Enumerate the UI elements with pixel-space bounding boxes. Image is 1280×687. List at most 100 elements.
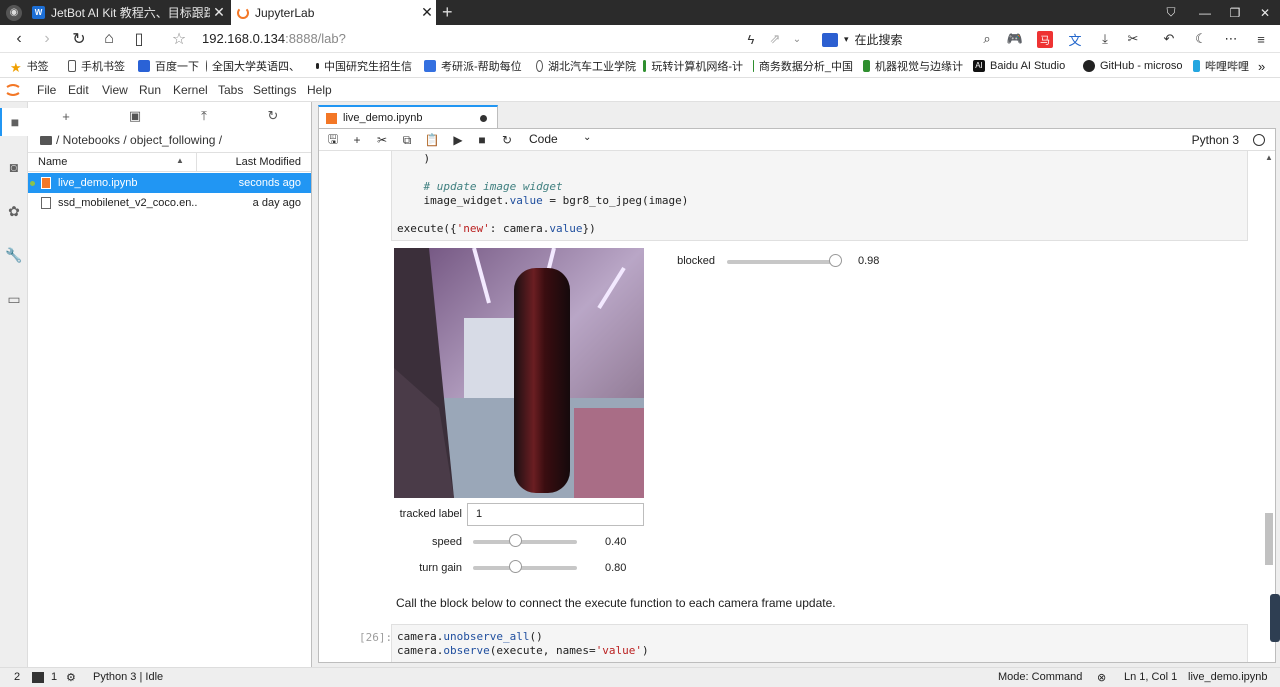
run-icon[interactable]: ▶ <box>448 131 468 149</box>
chevron-down-icon[interactable]: ⌄ <box>786 25 808 53</box>
bookmark-item[interactable]: 百度一下 <box>138 54 200 78</box>
file-row[interactable]: ssd_mobilenet_v2_coco.en... a day ago <box>28 193 311 213</box>
tracked-label-input[interactable]: 1 <box>467 503 644 526</box>
bookmark-item[interactable]: 全国大学英语四、 <box>206 54 300 78</box>
cut-icon[interactable]: ✂ <box>372 131 392 149</box>
folder-icon[interactable] <box>40 135 52 145</box>
moon-icon[interactable]: ☾ <box>1190 25 1212 53</box>
chevron-down-icon[interactable]: ⌄ <box>583 132 591 143</box>
star-icon[interactable]: ☆ <box>166 25 192 53</box>
folder-icon[interactable]: ■ <box>0 108 28 136</box>
new-folder-icon[interactable]: ▣ <box>125 107 145 125</box>
bookmark-item[interactable]: 湖北汽车工业学院 <box>536 54 636 78</box>
reader-icon[interactable]: ▯ <box>126 25 152 53</box>
kernel-name[interactable]: Python 3 <box>1192 133 1239 147</box>
download-icon[interactable]: ⤓ <box>1094 25 1116 53</box>
scissors-icon[interactable]: ✂ <box>1122 25 1144 53</box>
column-last-modified[interactable]: Last Modified <box>236 156 301 168</box>
bookmark-item[interactable]: 手机书签 <box>68 54 132 78</box>
game-icon[interactable]: 🎮 <box>1004 25 1026 53</box>
copy-icon[interactable]: ⧉ <box>397 131 417 149</box>
blocked-slider-handle[interactable] <box>828 254 842 267</box>
browser-tab-jetbot[interactable]: W JetBot AI Kit 教程六、目标跟踪 - W ✕ <box>28 0 228 25</box>
menu-tabs[interactable]: Tabs <box>218 78 243 102</box>
column-name[interactable]: Name <box>38 156 67 168</box>
scrollbar-thumb[interactable] <box>1265 513 1273 565</box>
search-icon[interactable]: ⌕ <box>976 25 998 53</box>
browser-tab-jupyterlab[interactable]: JupyterLab ✕ <box>231 0 436 25</box>
bookmark-item[interactable]: 商务数据分析_中国 <box>753 54 853 78</box>
terminal-icon[interactable] <box>32 672 44 683</box>
markdown-cell[interactable]: Call the block below to connect the exec… <box>396 596 836 610</box>
running-icon[interactable]: ◙ <box>0 153 28 181</box>
close-icon[interactable]: ✕ <box>210 4 228 21</box>
more-icon[interactable]: ⋯ <box>1220 25 1242 53</box>
notebook-tab[interactable]: live_demo.ipynb <box>318 105 498 129</box>
menu-help[interactable]: Help <box>307 78 332 102</box>
code-cell[interactable]: camera.unobserve_all() camera.observe(ex… <box>391 624 1248 662</box>
upload-icon[interactable]: ⤒ <box>194 107 214 125</box>
restart-icon[interactable]: ↻ <box>497 131 517 149</box>
forward-icon[interactable]: › <box>34 25 60 53</box>
blocked-slider[interactable] <box>727 260 837 264</box>
share-icon[interactable]: ⇗ <box>764 25 786 53</box>
hamburger-icon[interactable]: ≡ <box>1250 25 1272 53</box>
new-tab-button[interactable]: + <box>442 0 453 25</box>
insert-cell-icon[interactable]: + <box>347 131 367 149</box>
close-window-icon[interactable]: ✕ <box>1250 0 1280 25</box>
reload-icon[interactable]: ↻ <box>66 25 92 53</box>
stop-icon[interactable]: ■ <box>472 131 492 149</box>
tshirt-icon[interactable]: ⛉ <box>1156 0 1186 25</box>
more-bookmarks-icon[interactable]: » <box>1258 54 1274 78</box>
status-count[interactable]: 2 <box>14 671 20 683</box>
lightning-icon[interactable]: ϟ <box>740 25 762 53</box>
new-launcher-icon[interactable]: + <box>56 107 76 125</box>
sort-ascending-icon[interactable]: ▲ <box>176 156 184 165</box>
bookmark-item[interactable]: 中国研究生招生信 <box>316 54 412 78</box>
no-trust-icon[interactable]: ⊗ <box>1097 671 1106 684</box>
speed-slider-handle[interactable] <box>508 534 522 547</box>
notebook-scrollbar[interactable]: ▲ <box>1263 151 1275 662</box>
code-cell[interactable]: ) # update image widget image_widget.val… <box>391 151 1248 241</box>
restore-icon[interactable]: ❐ <box>1220 0 1250 25</box>
kernel-status[interactable]: Python 3 | Idle <box>93 671 163 683</box>
menu-file[interactable]: File <box>37 78 56 102</box>
bookmark-item[interactable]: ★ 书签 <box>10 54 55 78</box>
cursor-position[interactable]: Ln 1, Col 1 <box>1124 671 1177 683</box>
wrench-icon[interactable]: 🔧 <box>0 241 28 269</box>
terminal-count[interactable]: 1 <box>51 671 57 683</box>
bookmark-item[interactable]: 哔哩哔哩 <box>1193 54 1249 78</box>
menu-kernel[interactable]: Kernel <box>173 78 208 102</box>
refresh-icon[interactable]: ↻ <box>263 107 283 125</box>
undo-icon[interactable]: ↶ <box>1158 25 1180 53</box>
scroll-up-icon[interactable]: ▲ <box>1265 153 1273 162</box>
extension-icon[interactable]: 马 <box>1037 30 1053 48</box>
side-panel-handle[interactable] <box>1270 594 1280 642</box>
translate-icon[interactable]: 文 <box>1064 25 1086 53</box>
menu-view[interactable]: View <box>102 78 128 102</box>
bookmark-item[interactable]: 玩转计算机网络-计 <box>643 54 743 78</box>
menu-run[interactable]: Run <box>139 78 161 102</box>
tabs-icon[interactable]: ▭ <box>0 285 28 313</box>
turn-gain-slider-handle[interactable] <box>508 560 522 573</box>
close-icon[interactable]: ✕ <box>418 4 436 21</box>
kernel-gear-icon[interactable]: ⚙ <box>66 671 76 684</box>
url-field[interactable]: 192.168.0.134:8888/lab? <box>202 31 346 46</box>
palette-icon[interactable]: ✿ <box>0 197 28 225</box>
save-icon[interactable]: 🖫 <box>323 131 343 149</box>
turn-gain-slider[interactable] <box>473 566 577 570</box>
mode-indicator[interactable]: Mode: Command <box>998 671 1082 683</box>
file-row[interactable]: live_demo.ipynb seconds ago <box>28 173 311 193</box>
menu-settings[interactable]: Settings <box>253 78 296 102</box>
breadcrumb-path[interactable]: / Notebooks / object_following / <box>56 133 222 147</box>
bookmark-item[interactable]: GitHub - microso <box>1083 54 1183 78</box>
back-icon[interactable]: ‹ <box>6 25 32 53</box>
speed-slider[interactable] <box>473 540 577 544</box>
bookmark-item[interactable]: 机器视觉与边缘计 <box>863 54 963 78</box>
bookmark-item[interactable]: AI Baidu AI Studio <box>973 54 1073 78</box>
browser-menu-icon[interactable]: ◉ <box>6 5 22 21</box>
search-box[interactable]: ▾ 在此搜索 <box>822 31 903 48</box>
home-icon[interactable]: ⌂ <box>96 25 122 53</box>
paste-icon[interactable]: 📋 <box>422 131 442 149</box>
bookmark-item[interactable]: 考研派-帮助每位 <box>424 54 524 78</box>
